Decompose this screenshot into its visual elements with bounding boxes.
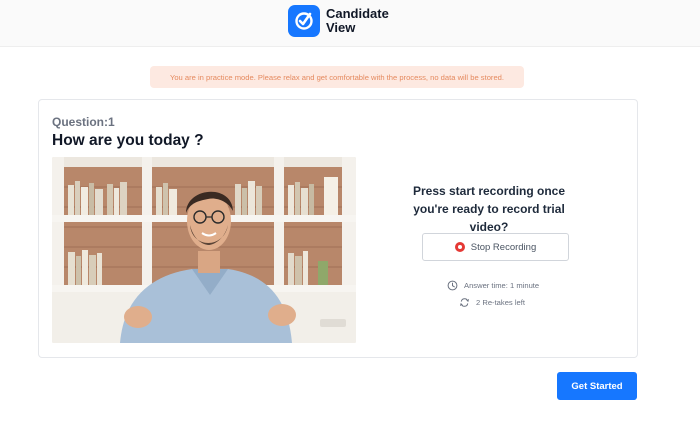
- record-prompt: Press start recording once you're ready …: [412, 184, 566, 234]
- answer-time-row: Answer time: 1 minute: [447, 280, 539, 291]
- video-preview: [52, 157, 356, 343]
- stop-recording-button[interactable]: Stop Recording: [422, 233, 569, 261]
- record-dot-icon: [454, 242, 465, 252]
- brand-name-line1: Candidate: [326, 6, 389, 21]
- question-card: Question:1 How are you today ? Press sta…: [38, 99, 638, 358]
- question-number: Question:1: [52, 115, 115, 129]
- check-circle-icon: [288, 5, 320, 37]
- retakes-text: 2 Re-takes left: [476, 298, 525, 307]
- logo: Candidate View: [288, 5, 389, 37]
- retake-icon: [460, 298, 469, 307]
- brand-name: Candidate View: [326, 7, 389, 35]
- brand-name-line2: View: [326, 20, 356, 35]
- question-title: How are you today ?: [52, 132, 204, 149]
- practice-page: Candidate View You are in practice mode.…: [0, 0, 700, 435]
- header: Candidate View: [0, 0, 700, 47]
- retakes-row: 2 Re-takes left: [459, 297, 525, 308]
- practice-mode-banner: You are in practice mode. Please relax a…: [150, 66, 524, 88]
- get-started-button[interactable]: Get Started: [557, 372, 637, 400]
- clock-icon: [447, 280, 458, 291]
- video-frame-image: [52, 157, 356, 343]
- answer-time-text: Answer time: 1 minute: [464, 281, 540, 290]
- stop-recording-label: Stop Recording: [470, 241, 537, 253]
